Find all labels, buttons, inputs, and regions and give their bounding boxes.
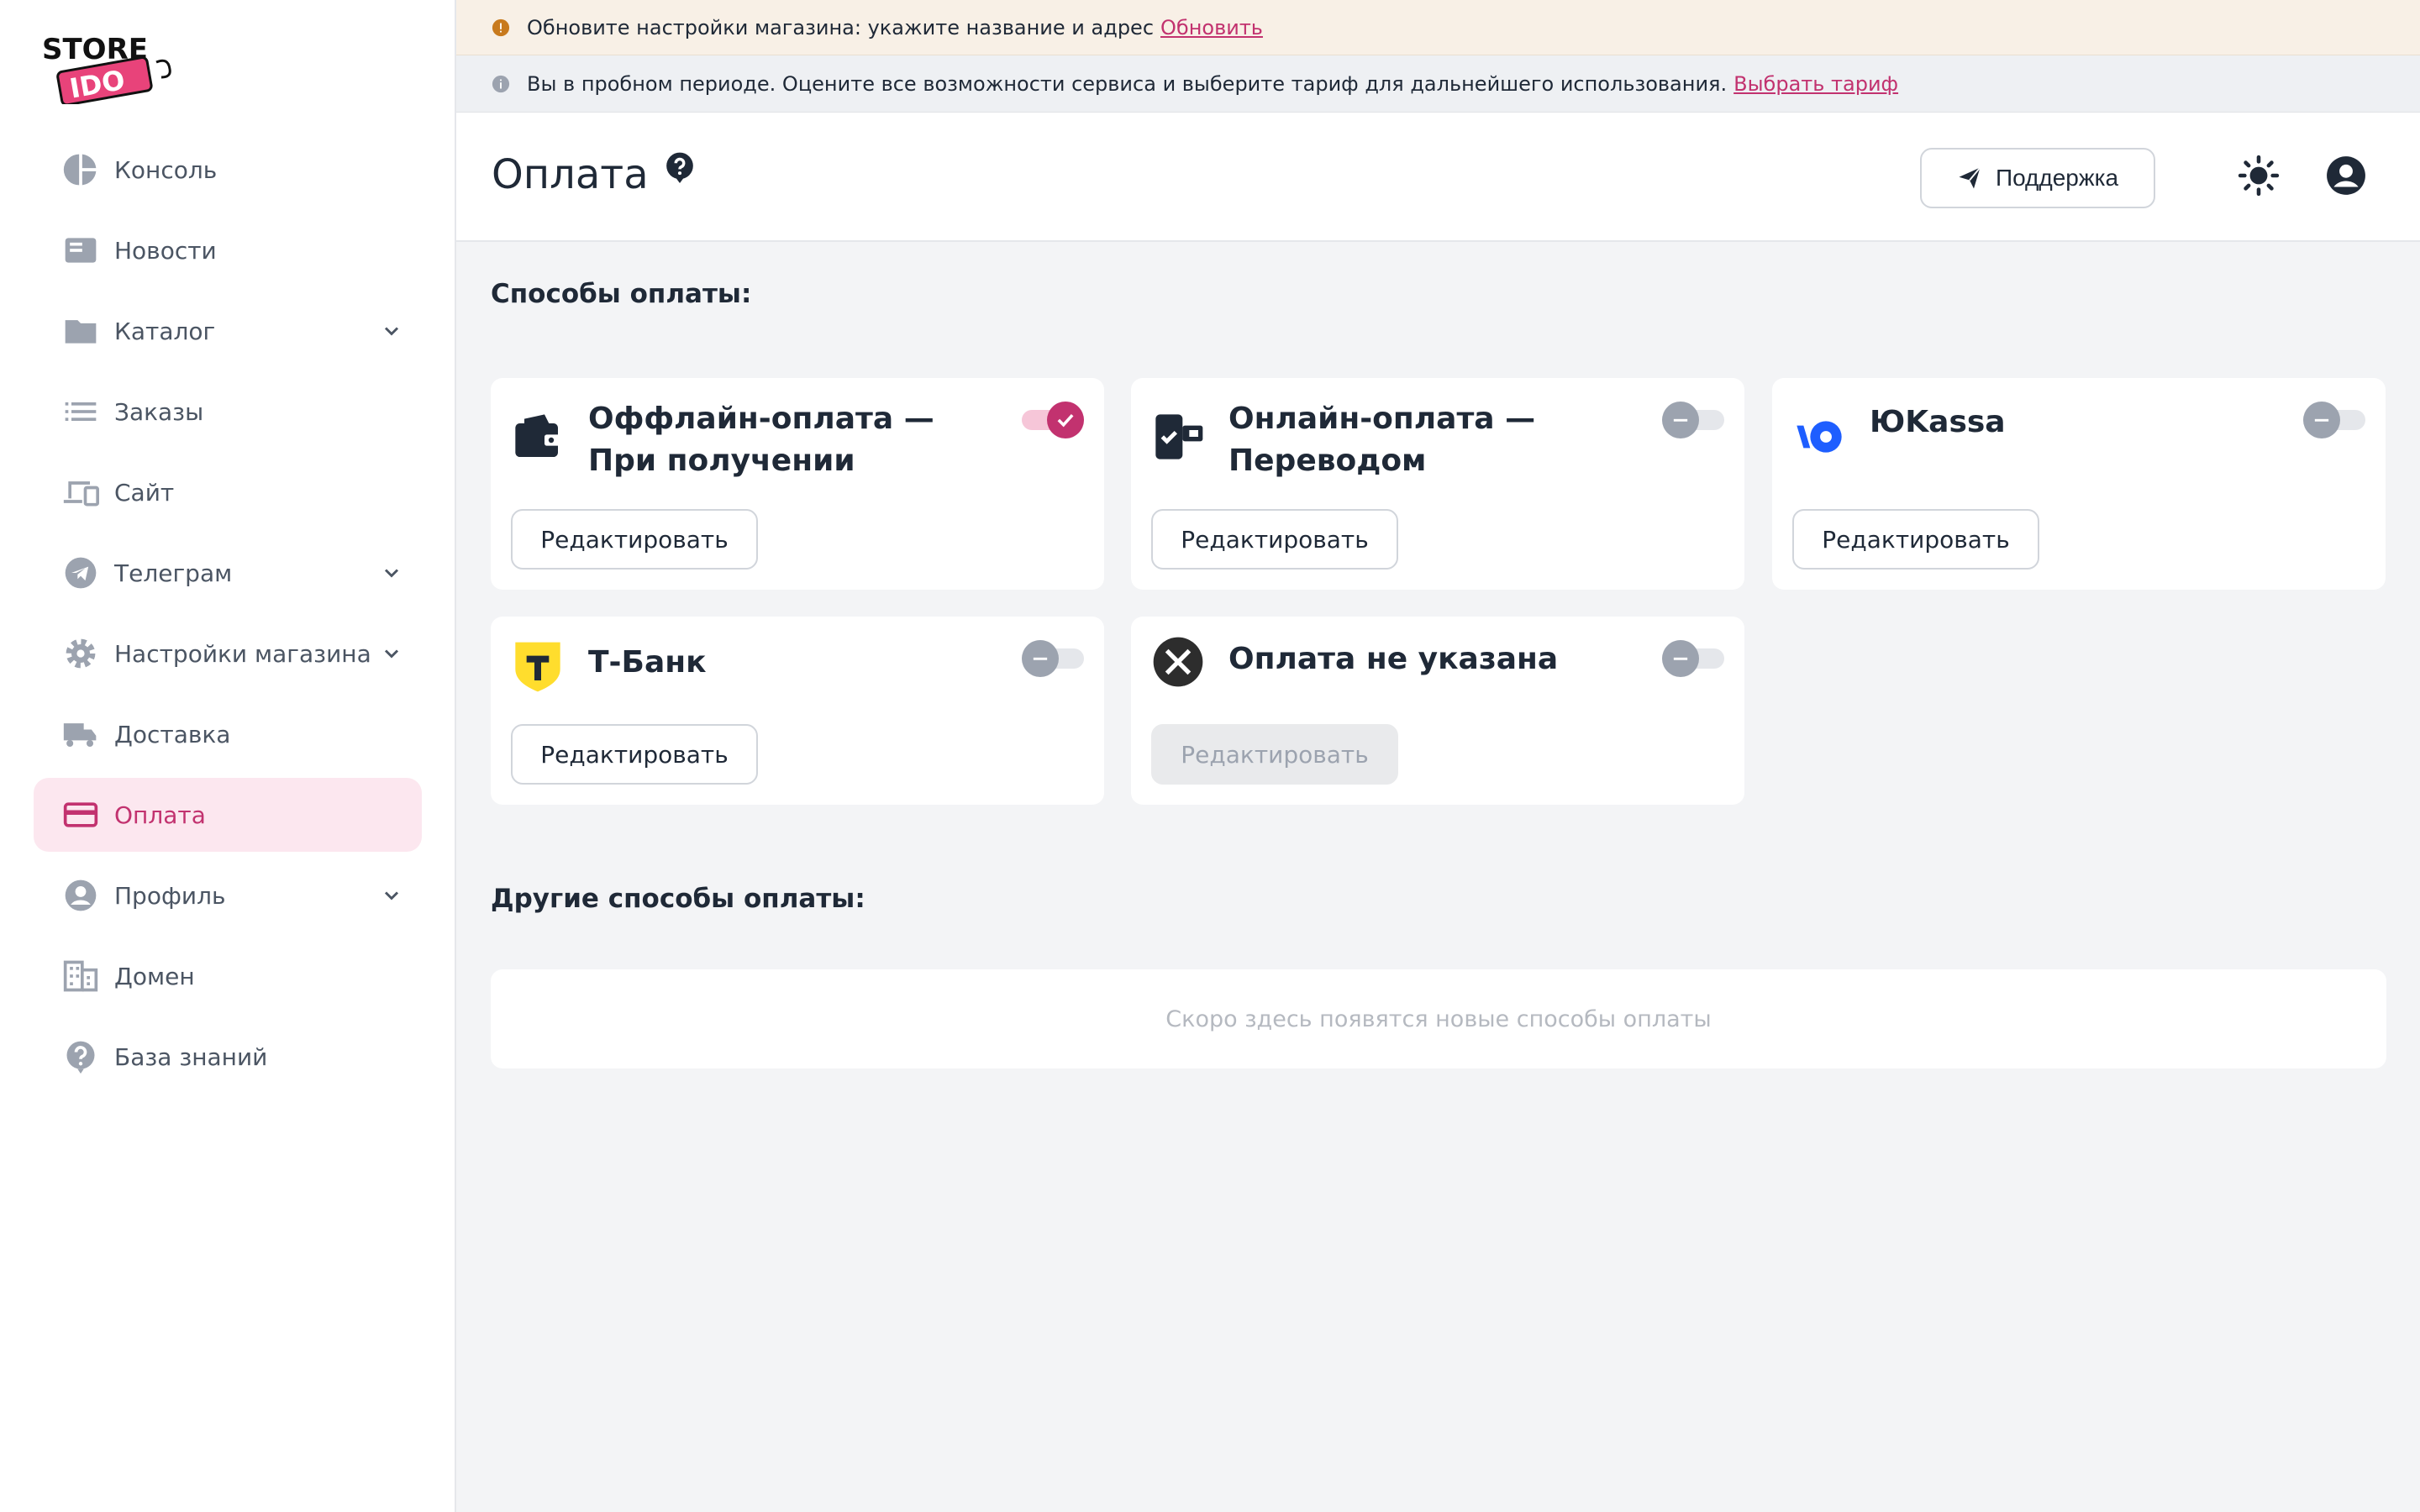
sidebar-item-catalog[interactable]: Каталог: [34, 294, 422, 368]
edit-button-disabled: Редактировать: [1151, 724, 1398, 785]
settings-warning-banner: Обновите настройки магазина: укажите наз…: [456, 0, 2420, 55]
sidebar-item-payment[interactable]: Оплата: [34, 778, 422, 852]
chevron-down-icon[interactable]: [380, 642, 403, 665]
support-button[interactable]: Поддержка: [1920, 148, 2155, 208]
tbank-logo-icon: [511, 640, 565, 694]
trial-banner-text: Вы в пробном периоде. Оцените все возмож…: [527, 71, 1728, 96]
sidebar-item-label: Сайт: [114, 478, 175, 507]
payment-toggle-not-specified[interactable]: [1662, 640, 1724, 677]
payment-card-title: Т-Банк: [588, 645, 707, 680]
sidebar: STORE IDO Консоль Новости Каталог Заказы…: [0, 0, 456, 1512]
truck-icon: [62, 716, 99, 753]
account-icon[interactable]: [2325, 155, 2367, 197]
payment-card-offline: Оффлайн-оплата — При получении Редактиро…: [491, 378, 1104, 590]
edit-button[interactable]: Редактировать: [511, 724, 758, 785]
sidebar-item-news[interactable]: Новости: [34, 213, 422, 287]
sidebar-item-telegram[interactable]: Телеграм: [34, 536, 422, 610]
edit-button[interactable]: Редактировать: [1792, 509, 2039, 570]
sidebar-item-store-settings[interactable]: Настройки магазина: [34, 617, 422, 690]
page-title-text: Оплата: [492, 151, 649, 198]
folder-icon: [62, 312, 99, 349]
update-settings-link[interactable]: Обновить: [1160, 16, 1263, 39]
user-circle-icon: [62, 877, 99, 914]
support-button-label: Поддержка: [1995, 165, 2119, 191]
sidebar-item-label: Заказы: [114, 397, 204, 426]
other-methods-title: Другие способы оплаты:: [491, 884, 865, 914]
sidebar-item-site[interactable]: Сайт: [34, 455, 422, 529]
settings-banner-text: Обновите настройки магазина: укажите наз…: [527, 15, 1155, 39]
wallet-icon: [511, 410, 565, 464]
phone-transfer-icon: [1151, 410, 1205, 464]
minus-icon: [1662, 640, 1699, 677]
theme-toggle-sun-icon[interactable]: [2238, 155, 2280, 197]
telegram-icon: [62, 554, 99, 591]
payment-toggle-offline[interactable]: [1022, 402, 1084, 438]
devices-icon: [62, 474, 99, 511]
sidebar-item-profile[interactable]: Профиль: [34, 858, 422, 932]
edit-button[interactable]: Редактировать: [1151, 509, 1398, 570]
sidebar-item-console[interactable]: Консоль: [34, 133, 422, 207]
newspaper-icon: [62, 232, 99, 269]
question-icon: [62, 1038, 99, 1075]
minus-icon: [1662, 402, 1699, 438]
pie-chart-icon: [62, 151, 99, 188]
payment-toggle-tbank[interactable]: [1022, 640, 1084, 677]
payment-methods-title: Способы оплаты:: [491, 279, 752, 309]
sidebar-item-label: Домен: [114, 962, 195, 990]
edit-button[interactable]: Редактировать: [511, 509, 758, 570]
check-icon: [1047, 402, 1084, 438]
cross-circle-icon: [1151, 635, 1205, 689]
page-title: Оплата: [492, 151, 696, 198]
sidebar-item-label: Каталог: [114, 317, 216, 345]
sidebar-item-label: Оплата: [114, 801, 206, 829]
page-header: Оплата Поддержка: [456, 113, 2420, 242]
trial-info-banner: Вы в пробном периоде. Оцените все возмож…: [456, 55, 2420, 113]
building-icon: [62, 958, 99, 995]
payment-card-tbank: Т-Банк Редактировать: [491, 617, 1104, 805]
sidebar-item-label: База знаний: [114, 1042, 268, 1071]
credit-card-icon: [62, 796, 99, 833]
chevron-down-icon[interactable]: [380, 561, 403, 585]
minus-icon: [1022, 640, 1059, 677]
list-icon: [62, 393, 99, 430]
payment-toggle-yookassa[interactable]: [2303, 402, 2365, 438]
empty-state-text: Скоро здесь появятся новые способы оплат…: [1165, 1005, 1712, 1032]
payment-card-not-specified: Оплата не указана Редактировать: [1131, 617, 1744, 805]
sidebar-item-domain[interactable]: Домен: [34, 939, 422, 1013]
sidebar-nav: Консоль Новости Каталог Заказы Сайт Теле…: [34, 133, 422, 1100]
other-methods-empty-state: Скоро здесь появятся новые способы оплат…: [491, 969, 2386, 1068]
sidebar-item-label: Телеграм: [114, 559, 233, 587]
help-icon[interactable]: [664, 151, 696, 183]
send-icon: [1959, 166, 1981, 189]
choose-plan-link[interactable]: Выбрать тариф: [1733, 72, 1898, 96]
payment-card-online-transfer: Онлайн-оплата — Переводом Редактировать: [1131, 378, 1744, 590]
minus-icon: [2303, 402, 2340, 438]
chevron-down-icon[interactable]: [380, 319, 403, 343]
sidebar-item-knowledge-base[interactable]: База знаний: [34, 1020, 422, 1094]
sidebar-item-label: Новости: [114, 236, 217, 265]
yookassa-logo-icon: [1792, 410, 1846, 464]
warning-icon: [492, 18, 510, 36]
info-icon: [492, 75, 510, 92]
payment-card-title: Оплата не указана: [1228, 642, 1559, 676]
payment-card-title: ЮKassa: [1870, 405, 2006, 439]
payment-card-title: Оффлайн-оплата — При получении: [588, 402, 934, 478]
sidebar-item-label: Консоль: [114, 155, 218, 184]
payment-toggle-online-transfer[interactable]: [1662, 402, 1724, 438]
payment-card-title: Онлайн-оплата — Переводом: [1228, 402, 1536, 478]
store-ido-logo[interactable]: STORE IDO: [40, 29, 175, 104]
sidebar-item-delivery[interactable]: Доставка: [34, 697, 422, 771]
chevron-down-icon[interactable]: [380, 884, 403, 907]
sidebar-item-label: Профиль: [114, 881, 226, 910]
payment-card-yookassa: ЮKassa Редактировать: [1772, 378, 2386, 590]
sidebar-item-label: Настройки магазина: [114, 639, 371, 668]
gear-icon: [62, 635, 99, 672]
sidebar-item-label: Доставка: [114, 720, 231, 748]
sidebar-item-orders[interactable]: Заказы: [34, 375, 422, 449]
